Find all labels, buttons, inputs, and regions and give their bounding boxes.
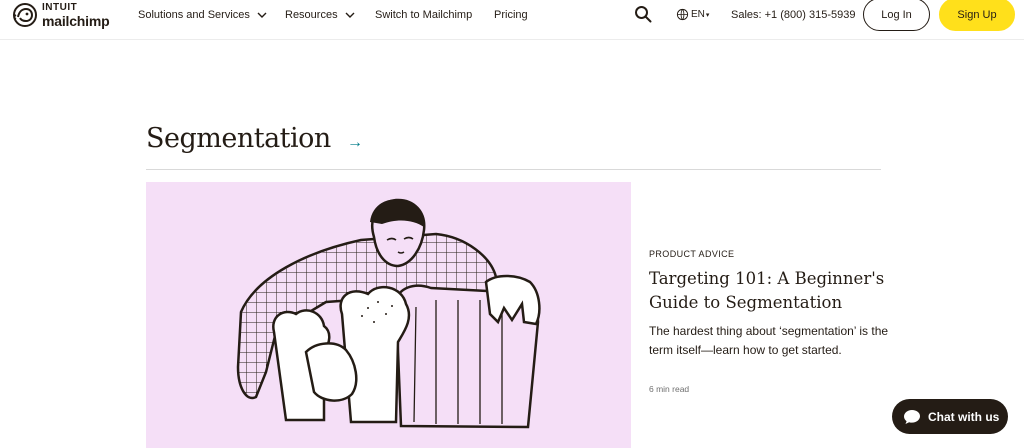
nav-pricing[interactable]: Pricing (494, 9, 528, 21)
logo-intuit-text: INTUIT (42, 1, 78, 13)
language-selector[interactable]: EN ▾ (676, 8, 709, 21)
signup-button[interactable]: Sign Up (939, 0, 1015, 31)
chat-bubble-icon (904, 409, 920, 424)
site-header: INTUIT mailchimp Solutions and Services … (0, 0, 1024, 40)
nav-solutions-and-services[interactable]: Solutions and Services (138, 9, 267, 21)
person-holding-bread-illustration (236, 198, 541, 429)
login-button[interactable]: Log In (863, 0, 930, 31)
chat-label: Chat with us (928, 409, 1000, 424)
caret-down-icon: ▾ (705, 11, 710, 19)
nav-resources-label: Resources (285, 9, 338, 21)
search-icon[interactable] (634, 5, 652, 23)
globe-icon (676, 8, 689, 21)
chevron-down-icon (345, 12, 355, 18)
nav-solutions-label: Solutions and Services (138, 9, 250, 21)
section-divider (146, 169, 881, 170)
sales-phone[interactable]: Sales: +1 (800) 315-5939 (731, 9, 855, 21)
article-category[interactable]: PRODUCT ADVICE (649, 249, 734, 259)
nav-switch-to-mailchimp[interactable]: Switch to Mailchimp (375, 9, 472, 21)
chevron-down-icon (257, 12, 267, 18)
chat-with-us-button[interactable]: Chat with us (892, 399, 1008, 434)
nav-switch-label: Switch to Mailchimp (375, 9, 473, 21)
nav-resources[interactable]: Resources (285, 9, 355, 21)
section-title[interactable]: Segmentation (146, 123, 331, 154)
mailchimp-logo[interactable]: INTUIT mailchimp (12, 0, 110, 30)
arrow-right-icon[interactable]: → (347, 134, 363, 152)
logo-wordmark: INTUIT mailchimp (42, 1, 110, 29)
nav-pricing-label: Pricing (494, 9, 528, 21)
language-label: EN (691, 9, 705, 20)
freddie-logo-icon (13, 3, 37, 27)
article-read-time: 6 min read (649, 384, 690, 394)
article-title[interactable]: Targeting 101: A Beginner's Guide to Seg… (649, 267, 894, 315)
article-description: The hardest thing about ‘segmentation’ i… (649, 324, 889, 357)
logo-name-text: mailchimp (42, 12, 110, 29)
article-illustration[interactable] (146, 182, 631, 448)
